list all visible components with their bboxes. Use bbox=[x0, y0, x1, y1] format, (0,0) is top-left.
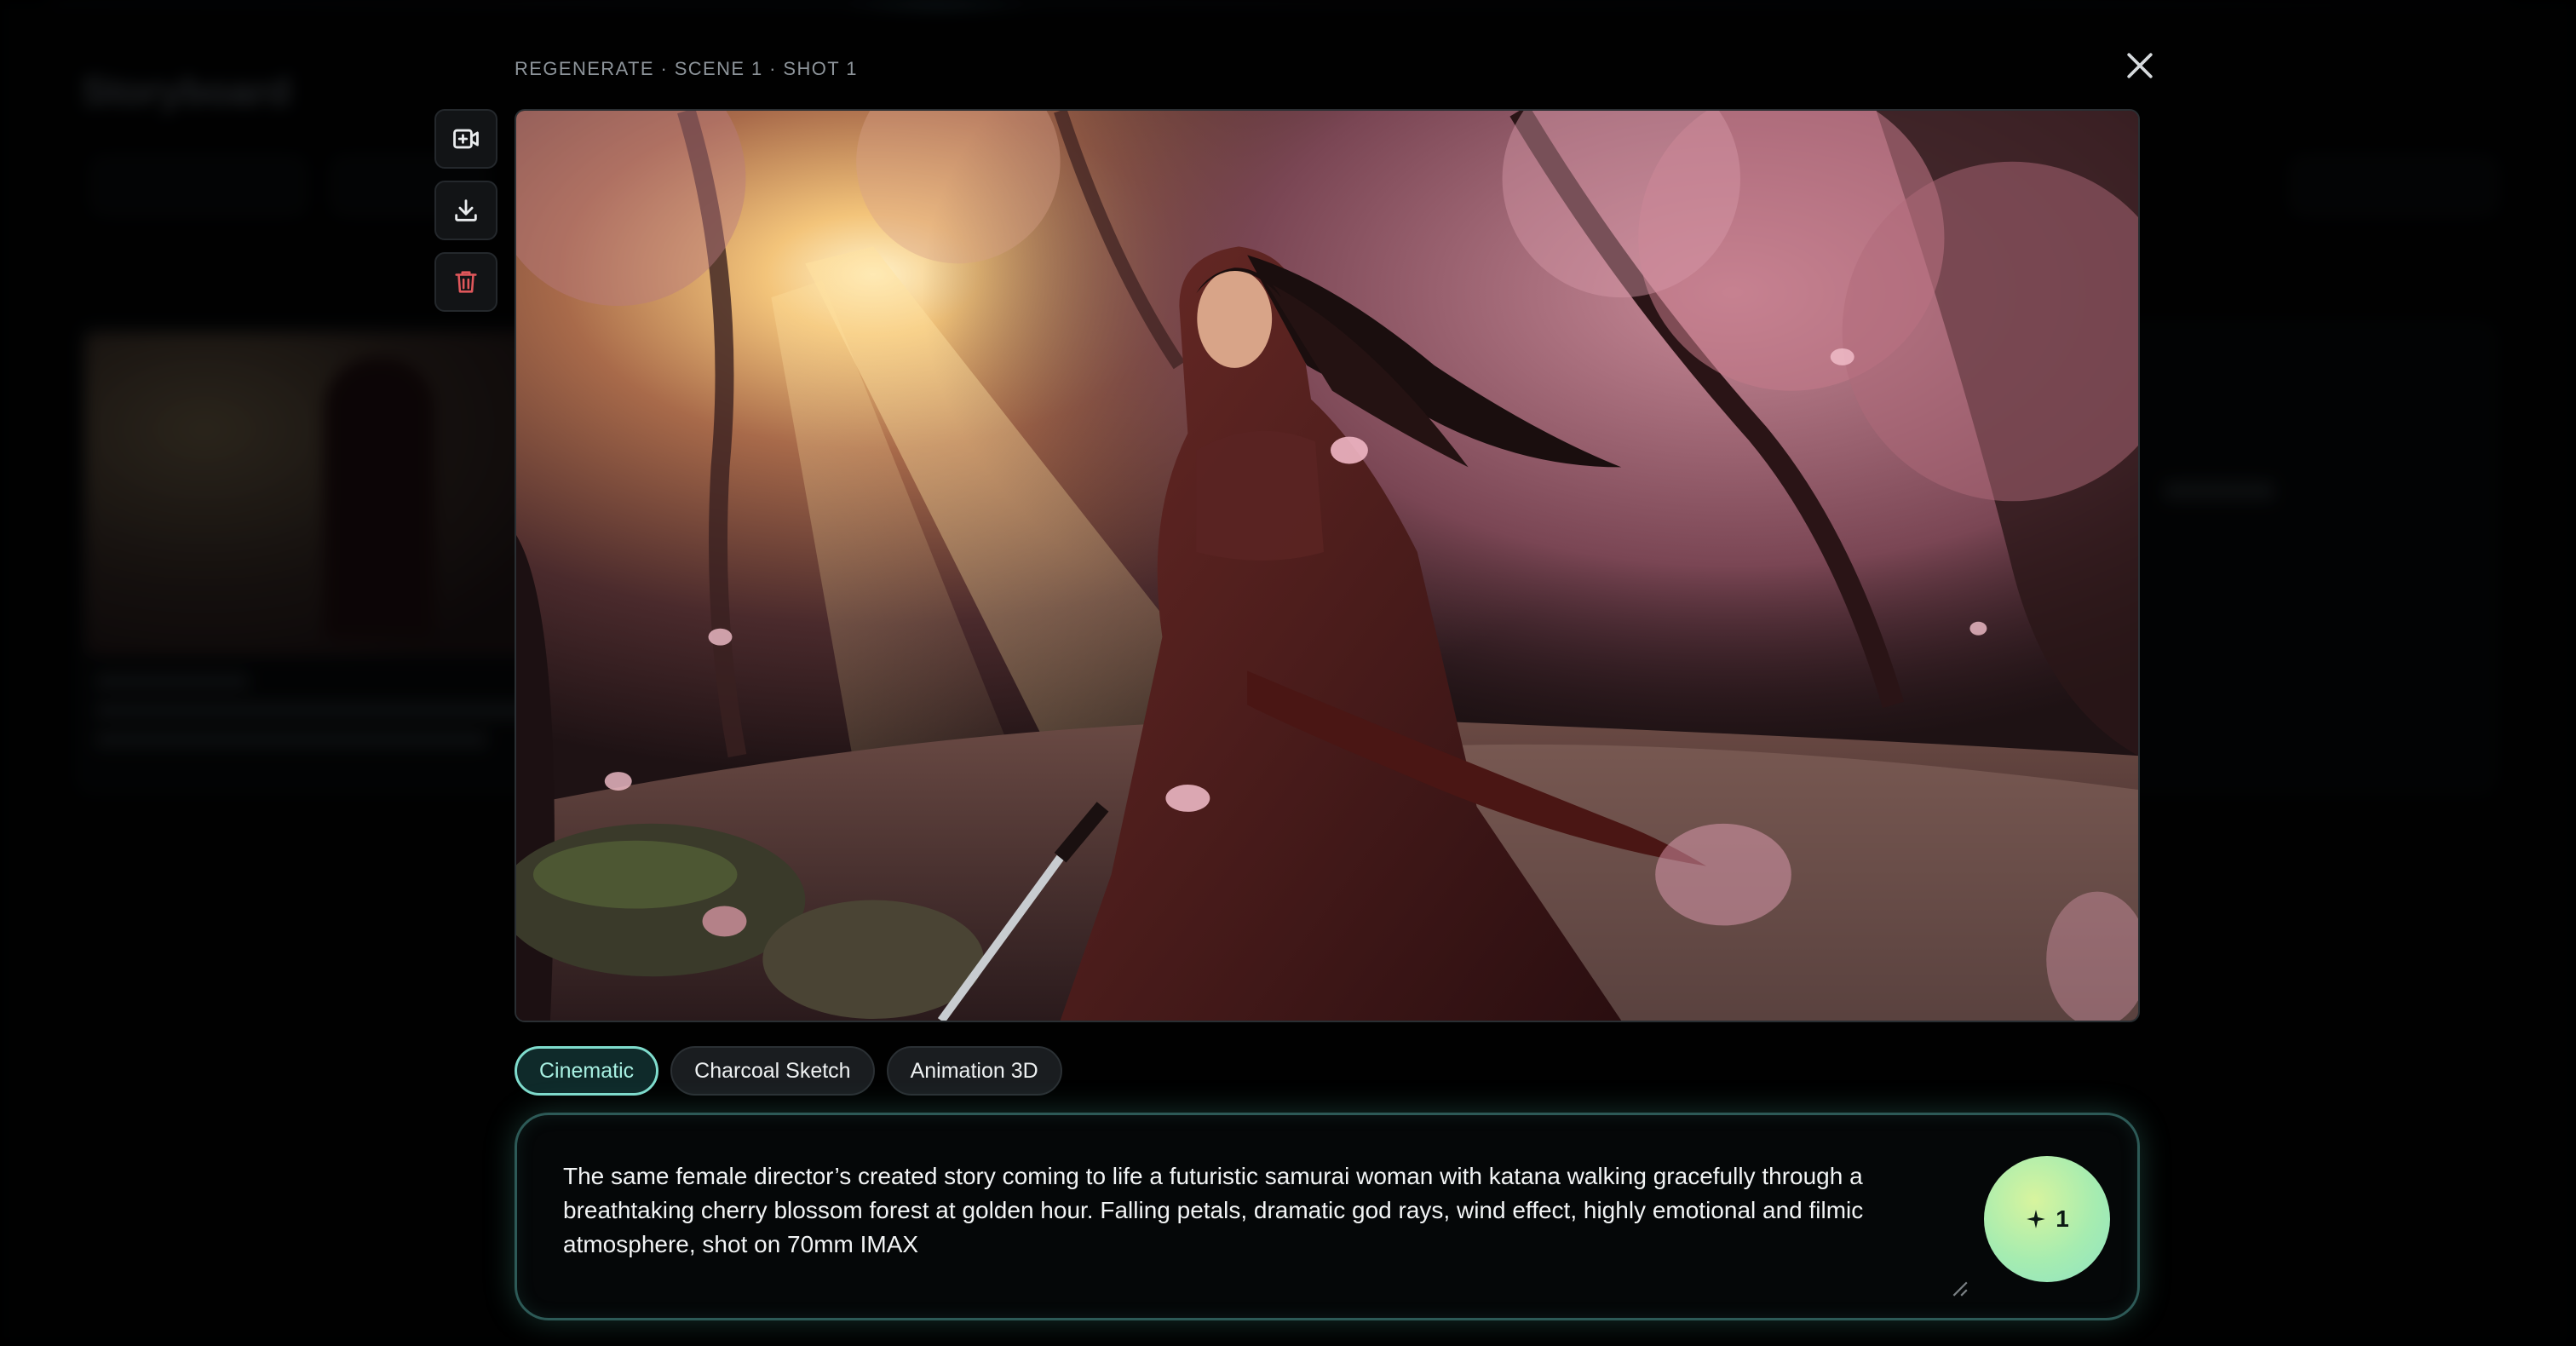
trash-icon bbox=[455, 271, 477, 293]
add-video-button[interactable] bbox=[434, 109, 497, 169]
video-add-icon bbox=[453, 129, 479, 149]
style-chips: Cinematic Charcoal Sketch Animation 3D bbox=[515, 1046, 1062, 1096]
delete-button[interactable] bbox=[434, 252, 497, 312]
close-button[interactable] bbox=[2116, 43, 2164, 90]
resize-grip-icon[interactable] bbox=[1950, 1279, 1969, 1297]
prompt-input[interactable]: The same female director’s created story… bbox=[563, 1159, 1960, 1287]
samurai-scene-illustration bbox=[516, 111, 2138, 1021]
download-icon bbox=[455, 199, 477, 221]
generate-button[interactable]: 1 bbox=[1984, 1156, 2110, 1282]
style-chip-charcoal-sketch[interactable]: Charcoal Sketch bbox=[670, 1046, 875, 1096]
shot-image bbox=[515, 109, 2140, 1022]
style-chip-cinematic[interactable]: Cinematic bbox=[515, 1046, 659, 1096]
modal-title: REGENERATE · SCENE 1 · SHOT 1 bbox=[515, 58, 858, 79]
close-icon bbox=[2127, 52, 2153, 78]
download-button[interactable] bbox=[434, 181, 497, 240]
sparkle-icon bbox=[2027, 1210, 2046, 1228]
prompt-box: The same female director’s created story… bbox=[515, 1113, 2140, 1320]
generate-count: 1 bbox=[2056, 1205, 2069, 1232]
shot-toolbar bbox=[434, 109, 497, 324]
style-chip-animation-3d[interactable]: Animation 3D bbox=[886, 1046, 1062, 1096]
